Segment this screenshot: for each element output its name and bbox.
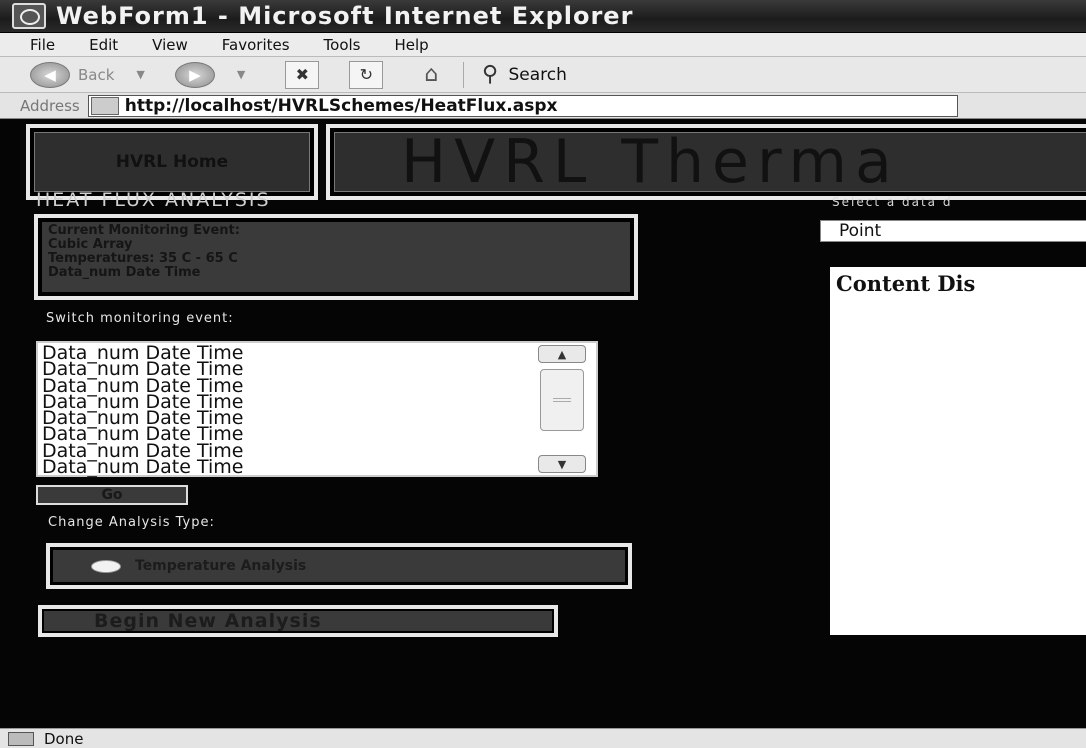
content-display-panel: Content Dis (830, 267, 1086, 635)
address-bar: Address http://localhost/HVRLSchemes/Hea… (0, 93, 1086, 119)
home-button[interactable]: ⌂ (413, 61, 449, 89)
select-data-label: Select a data d (832, 195, 953, 209)
back-arrow-icon: ◀ (30, 61, 70, 88)
listbox-scrollbar[interactable]: ▲ ▼ (538, 345, 586, 473)
page-content: HVRL Home HVRL Therma HEAT FLUX ANALYSIS… (0, 119, 1086, 728)
browser-toolbar: ◀ Back ▼ ▶ ▼ ✖ ↻ ⌂ ⚲ Search (0, 57, 1086, 93)
search-icon: ⚲ (482, 62, 499, 87)
event-line: Temperatures: 35 C - 65 C (48, 251, 238, 266)
menu-file[interactable]: File (30, 36, 55, 54)
scroll-down-icon[interactable]: ▼ (538, 455, 586, 473)
address-input[interactable]: http://localhost/HVRLSchemes/HeatFlux.as… (87, 94, 958, 117)
menu-tools[interactable]: Tools (324, 36, 361, 54)
stop-icon: ✖ (295, 65, 310, 84)
refresh-button[interactable]: ↻ (349, 60, 384, 89)
address-label: Address (20, 96, 80, 115)
ie-window-icon (12, 3, 46, 29)
temperature-analysis-radio[interactable] (91, 559, 121, 573)
list-item[interactable]: Data_num Date Time (42, 457, 530, 476)
page-status-icon (8, 731, 34, 746)
scroll-up-icon[interactable]: ▲ (538, 345, 586, 363)
grip-icon (553, 398, 571, 402)
change-analysis-label: Change Analysis Type: (48, 515, 215, 530)
go-button[interactable]: Go (36, 485, 188, 505)
event-line: Cubic Array (48, 237, 133, 252)
address-url: http://localhost/HVRLSchemes/HeatFlux.as… (124, 95, 558, 116)
toolbar-separator (463, 61, 465, 88)
current-event-box: Current Monitoring Event: Cubic Array Te… (34, 214, 638, 300)
analysis-type-box: Temperature Analysis (46, 543, 632, 589)
window-title: WebForm1 - Microsoft Internet Explorer (56, 2, 634, 30)
menu-favorites[interactable]: Favorites (222, 36, 290, 54)
menu-help[interactable]: Help (395, 36, 429, 54)
event-line: Data_num Date Time (48, 265, 201, 280)
menu-view[interactable]: View (152, 36, 188, 54)
stop-button[interactable]: ✖ (285, 60, 320, 89)
data-type-select[interactable]: Point (820, 220, 1086, 242)
search-button[interactable]: ⚲ Search (482, 62, 567, 87)
begin-new-analysis-button[interactable]: Begin New Analysis (38, 605, 558, 637)
window-titlebar: WebForm1 - Microsoft Internet Explorer (0, 0, 1086, 33)
back-label: Back (78, 65, 115, 84)
menu-bar: File Edit View Favorites Tools Help (0, 33, 1086, 57)
refresh-icon: ↻ (359, 65, 374, 84)
temperature-analysis-label[interactable]: Temperature Analysis (135, 558, 306, 574)
banner-title: HVRL Therma (401, 132, 900, 192)
forward-button[interactable]: ▶ (174, 61, 215, 88)
forward-dropdown-icon[interactable]: ▼ (237, 68, 245, 81)
home-icon: ⌂ (424, 62, 439, 87)
event-line: Current Monitoring Event: (48, 223, 240, 238)
switch-event-label: Switch monitoring event: (46, 311, 234, 326)
banner: HVRL Therma (326, 124, 1086, 200)
search-label: Search (508, 64, 567, 85)
status-text: Done (44, 729, 84, 748)
menu-edit[interactable]: Edit (89, 36, 118, 54)
back-dropdown-icon[interactable]: ▼ (136, 68, 144, 81)
begin-new-analysis-label: Begin New Analysis (94, 610, 322, 632)
back-button[interactable]: ◀ Back (30, 61, 115, 88)
content-display-title: Content Dis (836, 271, 976, 296)
status-bar: Done (0, 728, 1086, 748)
hvrl-home-label: HVRL Home (115, 152, 229, 172)
event-listbox[interactable]: Data_num Date Time Data_num Date Time Da… (36, 341, 598, 477)
scroll-thumb[interactable] (540, 369, 584, 431)
section-title: HEAT FLUX ANALYSIS (36, 189, 271, 211)
page-icon (90, 96, 119, 115)
